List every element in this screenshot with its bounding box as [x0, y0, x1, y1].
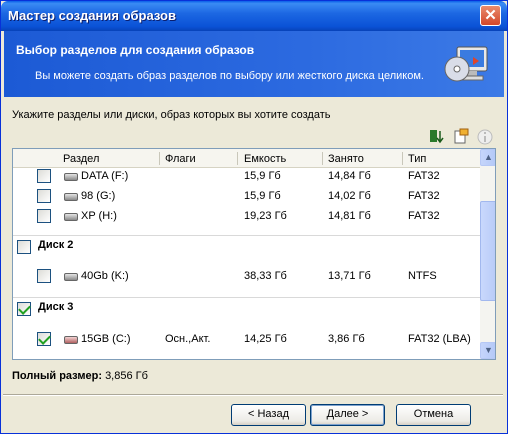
next-button[interactable]: Далее > [310, 404, 385, 426]
partition-capacity: 38,33 Гб [244, 270, 287, 282]
partition-type: FAT32 [408, 210, 440, 222]
partition-capacity: 15,9 Гб [244, 170, 281, 182]
partition-name: 15GB (C:) [81, 333, 131, 345]
scroll-up-button[interactable]: ▲ [480, 149, 495, 166]
col-capacity[interactable]: Емкость [244, 153, 286, 165]
partition-used: 14,84 Гб [328, 170, 371, 182]
partition-capacity: 19,23 Гб [244, 210, 287, 222]
disk-checkbox[interactable] [17, 240, 31, 254]
col-used[interactable]: Занято [328, 153, 364, 165]
chevron-down-icon: ▼ [484, 345, 493, 355]
partition-capacity: 14,25 Гб [244, 333, 287, 345]
partition-type: FAT32 [408, 170, 440, 182]
partition-list[interactable]: Раздел Флаги Емкость Занято Тип DATA (F:… [12, 148, 496, 360]
disk-label: Диск 2 [38, 239, 74, 251]
partition-type: NTFS [408, 270, 437, 282]
col-partition[interactable]: Раздел [63, 153, 99, 165]
window-title: Мастер создания образов [8, 8, 176, 23]
column-header: Раздел Флаги Емкость Занято Тип [13, 149, 480, 168]
drive-icon [64, 193, 78, 201]
scroll-thumb[interactable] [480, 201, 495, 301]
disk-checkbox[interactable] [17, 302, 31, 316]
partition-checkbox[interactable] [37, 169, 51, 183]
system-drive-icon [64, 336, 78, 344]
chevron-up-icon: ▲ [484, 152, 493, 162]
partition-capacity: 15,9 Гб [244, 190, 281, 202]
total-value: 3,856 Гб [105, 370, 148, 382]
monitor-disk-icon [444, 46, 488, 82]
partition-checkbox[interactable] [37, 189, 51, 203]
sort-down-icon[interactable] [428, 128, 446, 146]
total-label: Полный размер: [12, 370, 102, 382]
table-row[interactable]: 15GB (C:) Осн.,Акт. 14,25 Гб 3,86 Гб FAT… [13, 330, 480, 350]
partition-name: 40Gb (K:) [81, 270, 129, 282]
disk-label: Диск 3 [38, 301, 74, 313]
partition-used: 14,81 Гб [328, 210, 371, 222]
col-flags[interactable]: Флаги [165, 153, 196, 165]
cancel-button[interactable]: Отмена [396, 404, 471, 426]
partition-checkbox[interactable] [37, 269, 51, 283]
table-row[interactable]: 40Gb (K:) 38,33 Гб 13,71 Гб NTFS [13, 267, 480, 287]
table-row[interactable]: DATA (F:) 15,9 Гб 14,84 Гб FAT32 [13, 167, 480, 187]
instruction-text: Укажите разделы или диски, образ которых… [12, 109, 331, 121]
partition-type: FAT32 [408, 190, 440, 202]
partition-checkbox[interactable] [37, 209, 51, 223]
header-subtitle: Вы можете создать образ разделов по выбо… [35, 70, 424, 82]
header-title: Выбор разделов для создания образов [16, 43, 255, 57]
divider [3, 394, 503, 396]
properties-icon[interactable] [452, 128, 470, 146]
partition-name: XP (H:) [81, 210, 117, 222]
vertical-scrollbar[interactable]: ▲ ▼ [480, 149, 495, 359]
disk-group-2[interactable]: Диск 2 [13, 235, 480, 257]
disk-group-3[interactable]: Диск 3 [13, 297, 480, 319]
partition-name: 98 (G:) [81, 190, 116, 202]
drive-icon [64, 273, 78, 281]
close-icon: ✕ [484, 7, 497, 24]
partition-name: DATA (F:) [81, 170, 129, 182]
close-button[interactable]: ✕ [480, 5, 501, 26]
partition-type: FAT32 (LBA) [408, 333, 471, 345]
wizard-header: Выбор разделов для создания образов Вы м… [4, 31, 504, 97]
scroll-down-button[interactable]: ▼ [480, 342, 495, 359]
partition-flags: Осн.,Акт. [165, 333, 211, 345]
table-row[interactable]: 98 (G:) 15,9 Гб 14,02 Гб FAT32 [13, 187, 480, 207]
back-button[interactable]: < Назад [231, 404, 306, 426]
partition-used: 14,02 Гб [328, 190, 371, 202]
partition-used: 3,86 Гб [328, 333, 365, 345]
partition-checkbox[interactable] [37, 332, 51, 346]
title-bar[interactable]: Мастер создания образов ✕ [1, 1, 507, 31]
total-size: Полный размер: 3,856 Гб [12, 370, 148, 382]
drive-icon [64, 213, 78, 221]
col-type[interactable]: Тип [408, 153, 426, 165]
drive-icon [64, 173, 78, 181]
table-row[interactable]: XP (H:) 19,23 Гб 14,81 Гб FAT32 [13, 207, 480, 227]
partition-used: 13,71 Гб [328, 270, 371, 282]
info-icon[interactable] [476, 128, 494, 146]
